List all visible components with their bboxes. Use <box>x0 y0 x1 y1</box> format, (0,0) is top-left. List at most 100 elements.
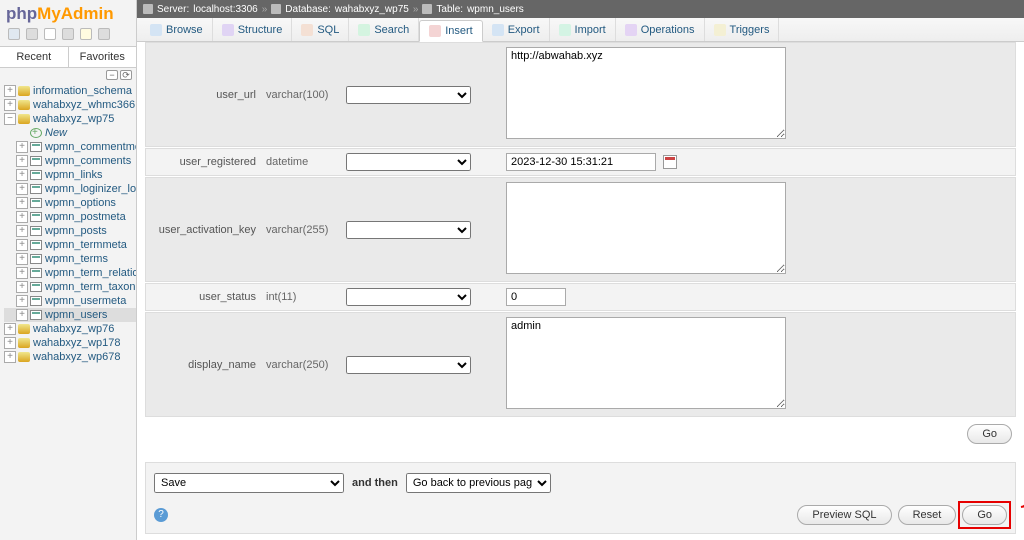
function-select[interactable] <box>346 221 471 239</box>
tree-node-wahabxyz_wp178[interactable]: + wahabxyz_wp178 <box>4 336 136 350</box>
preview-sql-button[interactable]: Preview SQL <box>797 505 891 525</box>
tree-label: information_schema <box>33 85 132 97</box>
value-textarea-display-name[interactable]: admin <box>506 317 786 409</box>
tab-insert[interactable]: Insert <box>419 20 483 42</box>
page-tabs: BrowseStructureSQLSearchInsert Export Impo… <box>137 18 1024 42</box>
tree-node-wpmn_posts[interactable]: + wpmn_posts <box>4 224 136 238</box>
tree-node-wpmn_links[interactable]: +wpmn_links <box>4 168 136 182</box>
value-textarea-user-activation-key[interactable] <box>506 182 786 274</box>
function-select[interactable] <box>346 356 471 374</box>
expand-icon[interactable]: + <box>16 239 28 251</box>
field-type: varchar(250) <box>266 355 346 375</box>
tab-browse[interactable]: Browse <box>141 18 213 41</box>
tab-search[interactable]: Search <box>349 18 419 41</box>
db-link[interactable]: wahabxyz_wp75 <box>335 4 409 15</box>
expand-icon[interactable]: + <box>16 211 28 223</box>
tab-export[interactable]: Export <box>483 18 550 41</box>
tree-node-wpmn_loginizer_logs[interactable]: +wpmn_loginizer_logs <box>4 182 136 196</box>
value-input-user-status[interactable] <box>506 288 566 306</box>
server-link[interactable]: localhost:3306 <box>193 4 258 15</box>
tree-node-wahabxyz_wp75[interactable]: −wahabxyz_wp75 <box>4 112 136 126</box>
tree-label: wpmn_posts <box>45 225 107 237</box>
field-name: user_activation_key <box>146 220 266 240</box>
unlink-icon[interactable]: ⟳ <box>120 70 132 80</box>
expand-icon[interactable]: + <box>4 337 16 349</box>
tree-node-wahabxyz_wp76[interactable]: +wahabxyz_wp76 <box>4 322 136 336</box>
browse-icon <box>150 24 162 36</box>
reset-button[interactable]: Reset <box>898 505 957 525</box>
save-action-select[interactable]: Save <box>154 473 344 493</box>
tab-triggers[interactable]: Triggers <box>705 18 780 41</box>
help-icon[interactable]: ? <box>154 508 168 522</box>
reload-icon[interactable] <box>98 28 110 40</box>
tree-node-New[interactable]: New <box>4 126 136 140</box>
favorites-tab[interactable]: Favorites <box>69 47 137 67</box>
expand-icon[interactable]: + <box>16 253 28 265</box>
field-row-display-name: display_name varchar(250) admin <box>145 312 1016 417</box>
expand-icon[interactable]: + <box>16 309 28 321</box>
tree-node-wpmn_postmeta[interactable]: +wpmn_postmeta <box>4 210 136 224</box>
table-link[interactable]: wpmn_users <box>467 4 524 15</box>
docs-icon[interactable] <box>62 28 74 40</box>
expand-icon[interactable]: + <box>16 267 28 279</box>
expand-icon[interactable]: + <box>16 197 28 209</box>
tbl-icon <box>30 156 42 166</box>
expand-icon[interactable]: + <box>4 351 16 363</box>
tab-label: Export <box>508 24 540 36</box>
expand-icon[interactable]: + <box>16 155 28 167</box>
breadcrumb-db[interactable]: Database: wahabxyz_wp75 <box>271 4 409 15</box>
tab-label: Operations <box>641 24 695 36</box>
tab-operations[interactable]: Operations <box>616 18 705 41</box>
function-select[interactable] <box>346 288 471 306</box>
tree-node-wpmn_term_relationships[interactable]: +wpmn_term_relationships <box>4 266 136 280</box>
go-button[interactable]: Go <box>962 505 1007 525</box>
tree-node-information_schema[interactable]: + information_schema <box>4 84 136 98</box>
collapse-all-icon[interactable]: − <box>106 70 118 80</box>
expand-icon[interactable]: + <box>16 295 28 307</box>
tree-node-wpmn_termmeta[interactable]: + wpmn_termmeta <box>4 238 136 252</box>
expand-icon[interactable]: + <box>4 323 16 335</box>
expand-icon[interactable]: + <box>4 99 16 111</box>
tab-structure[interactable]: Structure <box>213 18 293 41</box>
sql-icon[interactable] <box>44 28 56 40</box>
function-select[interactable] <box>346 153 471 171</box>
value-textarea-user-url[interactable]: http://abwahab.xyz <box>506 47 786 139</box>
expand-icon[interactable]: + <box>16 225 28 237</box>
tbl-icon <box>30 310 42 320</box>
value-input-user-registered[interactable] <box>506 153 656 171</box>
function-select[interactable] <box>346 86 471 104</box>
logout-icon[interactable] <box>26 28 38 40</box>
tree-node-wpmn_options[interactable]: +wpmn_options <box>4 196 136 210</box>
recent-tab[interactable]: Recent <box>0 47 69 67</box>
tree-node-wpmn_term_taxonomy[interactable]: +wpmn_term_taxonomy <box>4 280 136 294</box>
tree-node-wpmn_users[interactable]: +wpmn_users <box>4 308 136 322</box>
tree-node-wpmn_usermeta[interactable]: +wpmn_usermeta <box>4 294 136 308</box>
tree-node-wpmn_commentmeta[interactable]: +wpmn_commentmeta <box>4 140 136 154</box>
tbl-icon <box>30 142 42 152</box>
tree-label: wahabxyz_wp178 <box>33 337 120 349</box>
tab-sql[interactable]: SQL <box>292 18 349 41</box>
expand-icon[interactable]: + <box>16 183 28 195</box>
logo[interactable]: phpMyAdmin <box>0 0 136 26</box>
expand-icon[interactable]: − <box>4 113 16 125</box>
breadcrumb-server[interactable]: Server: localhost:3306 <box>143 4 258 15</box>
tree-label: wpmn_termmeta <box>45 239 127 251</box>
tab-label: Triggers <box>730 24 770 36</box>
footer-buttons: ? Preview SQL Reset Go <box>154 505 1007 525</box>
after-action-select[interactable]: Go back to previous page <box>406 473 551 493</box>
home-icon[interactable] <box>8 28 20 40</box>
tree-node-wahabxyz_wp678[interactable]: +wahabxyz_wp678 <box>4 350 136 364</box>
settings-icon[interactable] <box>80 28 92 40</box>
expand-icon[interactable]: + <box>16 141 28 153</box>
expand-icon[interactable]: + <box>16 169 28 181</box>
calendar-icon[interactable] <box>663 155 677 169</box>
tree-node-wahabxyz_whmc366[interactable]: +wahabxyz_whmc366 <box>4 98 136 112</box>
tree-node-wpmn_terms[interactable]: +wpmn_terms <box>4 252 136 266</box>
go-button-top[interactable]: Go <box>967 424 1012 444</box>
expand-icon[interactable]: + <box>4 85 16 97</box>
tab-import[interactable]: Import <box>550 18 616 41</box>
breadcrumb-table[interactable]: Table: wpmn_users <box>422 4 523 15</box>
expand-icon[interactable]: + <box>16 281 28 293</box>
and-then-label: and then <box>352 477 398 489</box>
tree-node-wpmn_comments[interactable]: +wpmn_comments <box>4 154 136 168</box>
